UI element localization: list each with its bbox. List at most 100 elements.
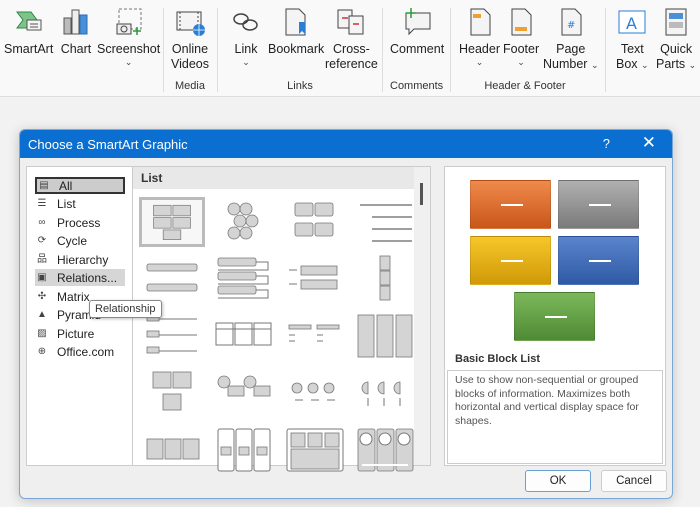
text-box-button[interactable]: A Text Box ⌄ xyxy=(616,6,649,72)
quick-parts-button[interactable]: Quick Parts ⌄ xyxy=(656,6,696,72)
category-label: Hierarchy xyxy=(57,252,109,267)
smartart-button[interactable]: SmartArt xyxy=(4,6,53,57)
preview-block xyxy=(558,236,639,285)
layout-thumbnail[interactable] xyxy=(139,254,205,304)
all-icon: ▤ xyxy=(39,179,49,191)
category-process[interactable]: ∞ Process xyxy=(35,214,125,231)
category-label: Process xyxy=(57,215,101,230)
layout-thumbnail[interactable] xyxy=(139,425,205,475)
layout-glyph-icon xyxy=(360,204,412,242)
pyramid-icon: ▲ xyxy=(37,308,47,320)
close-button[interactable]: ✕ xyxy=(642,133,656,153)
cross-reference-button[interactable]: Cross- reference xyxy=(325,6,378,72)
group-separator xyxy=(382,8,383,92)
layout-thumbnail[interactable] xyxy=(281,311,347,361)
screenshot-icon xyxy=(116,8,142,35)
category-picture[interactable]: ▨ Picture xyxy=(35,325,125,342)
quick-parts-icon xyxy=(665,8,687,36)
chart-icon xyxy=(63,9,88,35)
online-videos-label-1: Online xyxy=(171,42,209,56)
layout-glyph-icon xyxy=(215,322,272,346)
footer-label: Footer xyxy=(503,42,540,56)
layout-thumbnail[interactable] xyxy=(139,311,205,361)
layout-thumbnail[interactable] xyxy=(210,311,276,361)
layout-thumbnail[interactable] xyxy=(352,311,418,361)
layout-thumbnail[interactable] xyxy=(352,197,418,247)
relationship-icon: ▣ xyxy=(37,271,47,283)
footer-button[interactable]: Footer ⌄ xyxy=(503,6,539,67)
layout-glyph-icon xyxy=(289,265,338,290)
header-button[interactable]: Header ⌄ xyxy=(459,6,500,67)
layout-gallery: List xyxy=(133,166,431,472)
chevron-down-icon: ⌄ xyxy=(124,57,133,67)
layout-glyph-icon xyxy=(361,381,401,406)
online-videos-label-2: Videos xyxy=(171,57,209,71)
chart-button[interactable]: Chart xyxy=(60,6,92,57)
category-label: List xyxy=(57,196,76,211)
category-label: Matrix xyxy=(57,289,90,304)
layout-thumbnail[interactable] xyxy=(210,425,276,475)
chart-label: Chart xyxy=(60,42,92,56)
help-button[interactable]: ? xyxy=(603,136,610,151)
category-label: All xyxy=(59,178,73,193)
preview-block xyxy=(470,180,551,229)
globe-icon: ⊕ xyxy=(37,345,47,357)
text-box-label-2: Box xyxy=(616,57,638,71)
bookmark-button[interactable]: Bookmark xyxy=(268,6,324,57)
svg-text:#: # xyxy=(567,20,575,31)
preview-pane: Basic Block List Use to show non-sequent… xyxy=(444,166,666,466)
chevron-down-icon: ⌄ xyxy=(517,57,525,67)
bookmark-icon xyxy=(285,8,306,36)
group-label-comments: Comments xyxy=(390,80,444,92)
page-number-icon: # xyxy=(561,8,582,36)
layout-thumbnail[interactable] xyxy=(352,254,418,304)
preview-block xyxy=(514,292,595,341)
chevron-down-icon: ⌄ xyxy=(688,60,697,70)
layout-thumbnail[interactable] xyxy=(281,197,347,247)
layout-thumbnail[interactable] xyxy=(281,368,347,418)
category-hierarchy[interactable]: 品 Hierarchy xyxy=(35,251,125,268)
footer-icon xyxy=(511,8,532,36)
category-list-item[interactable]: ☰ List xyxy=(35,195,125,212)
layout-thumbnail[interactable] xyxy=(210,197,276,247)
tooltip: Relationship xyxy=(89,300,162,318)
scrollbar-thumb[interactable] xyxy=(420,183,423,205)
layout-glyph-icon xyxy=(153,204,191,240)
layout-thumbnail[interactable] xyxy=(210,254,276,304)
layout-glyph-icon xyxy=(146,263,198,292)
category-label: Picture xyxy=(57,326,95,341)
layout-thumbnail[interactable] xyxy=(352,368,418,418)
category-cycle[interactable]: ⟳ Cycle xyxy=(35,232,125,249)
category-label: Office.com xyxy=(57,344,115,359)
layout-thumbnail[interactable] xyxy=(139,368,205,418)
cancel-button[interactable]: Cancel xyxy=(601,470,667,492)
layout-thumbnail[interactable] xyxy=(352,425,418,475)
group-separator xyxy=(217,8,218,92)
category-office-com[interactable]: ⊕ Office.com xyxy=(35,343,125,360)
layout-thumbnail[interactable] xyxy=(210,368,276,418)
layout-thumbnail[interactable] xyxy=(139,197,205,247)
layout-glyph-icon xyxy=(227,202,259,240)
comment-label: Comment xyxy=(390,42,445,56)
layout-thumbnail[interactable] xyxy=(281,425,347,475)
layout-glyph-icon xyxy=(217,257,269,299)
category-all[interactable]: ▤ All xyxy=(35,177,125,194)
group-label-media: Media xyxy=(175,80,205,92)
matrix-icon: ✣ xyxy=(37,290,47,302)
layout-glyph-icon xyxy=(357,314,413,358)
group-separator xyxy=(163,8,164,92)
comment-icon xyxy=(405,8,431,36)
ok-button[interactable]: OK xyxy=(525,470,591,492)
link-button[interactable]: Link ⌄ xyxy=(230,6,262,67)
screenshot-button[interactable]: Screenshot ⌄ xyxy=(97,6,160,67)
layout-name: Basic Block List xyxy=(455,353,540,365)
layout-thumbnail[interactable] xyxy=(281,254,347,304)
comment-button[interactable]: Comment xyxy=(390,6,444,57)
layout-glyph-icon xyxy=(217,428,271,472)
online-videos-button[interactable]: Online Videos xyxy=(171,6,209,72)
page-number-button[interactable]: # Page Number ⌄ xyxy=(543,6,599,72)
picture-icon: ▨ xyxy=(37,327,47,339)
layout-glyph-icon xyxy=(357,428,414,472)
category-relationship[interactable]: ▣ Relations... xyxy=(35,269,125,286)
layout-description: Use to show non-sequential or grouped bl… xyxy=(447,370,663,464)
